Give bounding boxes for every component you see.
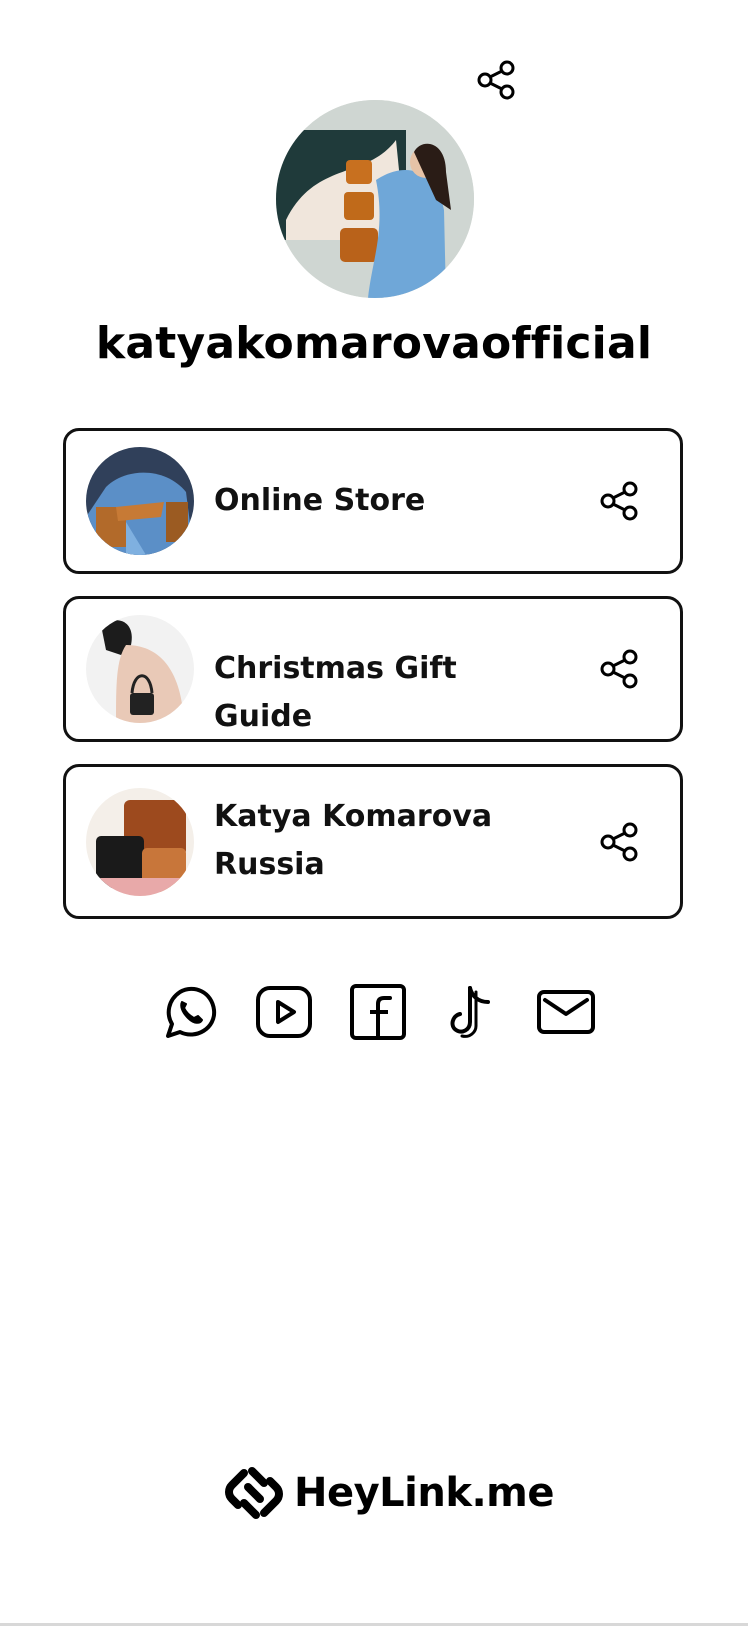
link-thumbnail xyxy=(86,447,194,555)
share-icon xyxy=(600,649,638,689)
link-card-christmas-gift-guide[interactable]: Christmas Gift Guide xyxy=(63,596,683,742)
brand-name: HeyLink.me xyxy=(294,1470,554,1516)
email-link[interactable] xyxy=(534,980,598,1044)
whatsapp-icon xyxy=(166,986,217,1038)
facebook-link[interactable] xyxy=(346,980,410,1044)
share-link-button[interactable] xyxy=(596,819,642,865)
thumbnail-image xyxy=(86,447,194,555)
share-icon xyxy=(477,60,515,100)
heylink-brand[interactable]: HeyLink.me xyxy=(224,1460,554,1526)
youtube-link[interactable] xyxy=(252,980,316,1044)
link-card-online-store[interactable]: Online Store xyxy=(63,428,683,574)
link-label: Katya Komarova Russia xyxy=(214,799,493,882)
whatsapp-link[interactable] xyxy=(158,980,222,1044)
profile-username: katyakomarovaofficial xyxy=(95,318,653,369)
thumbnail-image xyxy=(86,615,194,723)
link-card-katya-komarova-russia[interactable]: Katya Komarova Russia xyxy=(63,764,683,919)
link-label: Online Store xyxy=(214,483,426,518)
profile-avatar xyxy=(276,100,474,298)
profile-photo xyxy=(276,100,474,298)
facebook-icon xyxy=(350,984,406,1040)
heylink-logo-icon xyxy=(225,1467,283,1519)
share-link-button[interactable] xyxy=(596,478,642,524)
thumbnail-image xyxy=(86,788,194,896)
link-label: Christmas Gift Guide xyxy=(214,651,457,734)
youtube-icon xyxy=(256,986,312,1038)
link-thumbnail xyxy=(86,615,194,723)
share-icon xyxy=(600,822,638,862)
tiktok-link[interactable] xyxy=(440,980,504,1044)
social-links xyxy=(158,980,598,1044)
mail-icon xyxy=(537,990,595,1034)
share-link-button[interactable] xyxy=(596,646,642,692)
link-thumbnail xyxy=(86,788,194,896)
share-icon xyxy=(600,481,638,521)
tiktok-icon xyxy=(450,986,490,1038)
share-profile-button[interactable] xyxy=(472,56,520,104)
